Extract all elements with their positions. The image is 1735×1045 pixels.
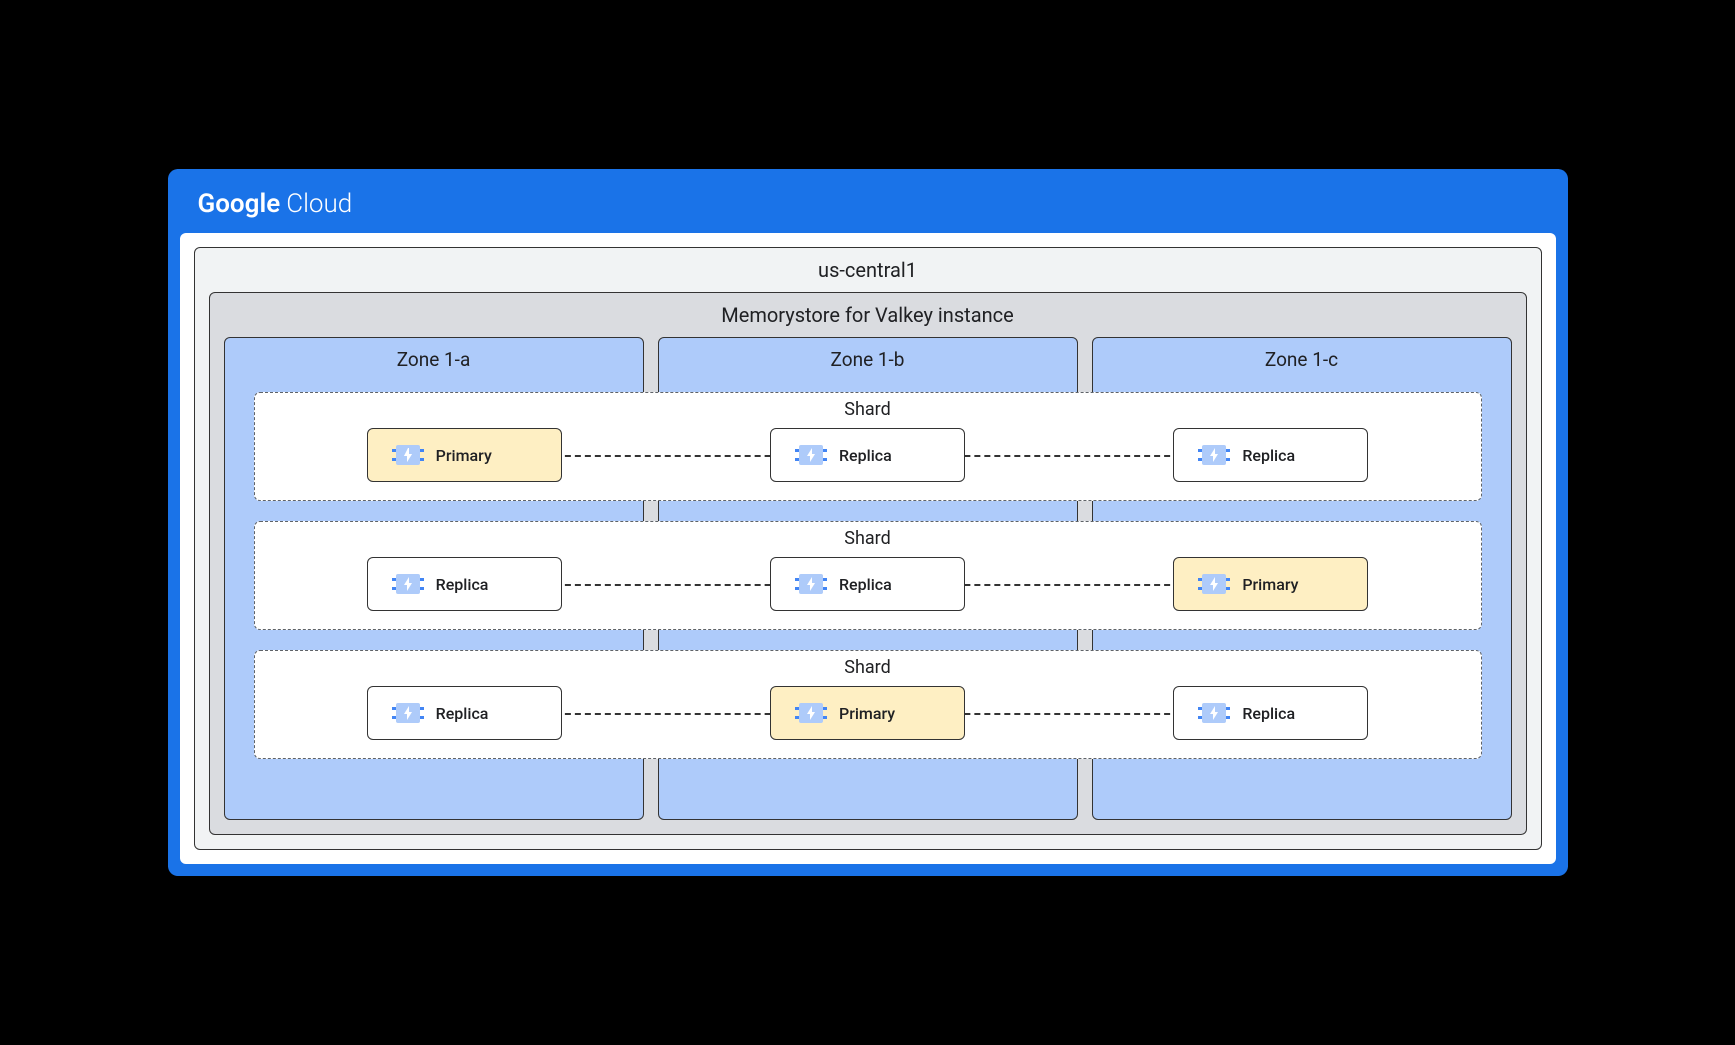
shard-label: Shard [255,399,1481,420]
memorystore-icon [392,570,424,598]
shard-box: Shard Primary [254,392,1482,501]
memorystore-icon [1198,441,1230,469]
inner-container: us-central1 Memorystore for Valkey insta… [180,233,1556,864]
node-label: Replica [436,575,489,594]
zones-row: Zone 1-a Zone 1-b Zone 1-c [224,337,1512,820]
node-label: Replica [436,704,489,723]
memorystore-icon [795,570,827,598]
memorystore-icon [392,441,424,469]
node-label: Replica [839,575,892,594]
nodes-row: Replica Primary [255,686,1481,740]
region-label: us-central1 [209,248,1527,292]
replica-node: Replica [770,557,965,611]
logo-cloud: Cloud [286,189,352,219]
shard-label: Shard [255,528,1481,549]
nodes-row: Replica Replica [255,557,1481,611]
replica-node: Replica [1173,686,1368,740]
node-label: Primary [839,704,895,723]
memorystore-icon [795,441,827,469]
memorystore-icon [795,699,827,727]
replica-node: Replica [367,557,562,611]
primary-node: Primary [367,428,562,482]
shard-label: Shard [255,657,1481,678]
node-label: Primary [1242,575,1298,594]
zone-label: Zone 1-c [1093,338,1511,389]
shard-box: Shard Replica [254,521,1482,630]
architecture-diagram: Google Cloud us-central1 Memorystore for… [168,169,1568,876]
primary-node: Primary [770,686,965,740]
shard-box: Shard Replica [254,650,1482,759]
memorystore-icon [1198,699,1230,727]
instance-label: Memorystore for Valkey instance [224,293,1512,337]
node-label: Replica [1242,446,1295,465]
zone-label: Zone 1-a [225,338,643,389]
shards-overlay: Shard Primary [254,392,1482,759]
memorystore-icon [392,699,424,727]
region-frame: us-central1 Memorystore for Valkey insta… [194,247,1542,850]
zone-label: Zone 1-b [659,338,1077,389]
logo-google: Google [198,189,281,219]
google-cloud-logo: Google Cloud [180,181,1556,233]
memorystore-icon [1198,570,1230,598]
replica-node: Replica [367,686,562,740]
replica-node: Replica [1173,428,1368,482]
node-label: Replica [839,446,892,465]
nodes-row: Primary Replica [255,428,1481,482]
primary-node: Primary [1173,557,1368,611]
google-cloud-frame: Google Cloud us-central1 Memorystore for… [168,169,1568,876]
replica-node: Replica [770,428,965,482]
instance-frame: Memorystore for Valkey instance Zone 1-a… [209,292,1527,835]
node-label: Replica [1242,704,1295,723]
node-label: Primary [436,446,492,465]
